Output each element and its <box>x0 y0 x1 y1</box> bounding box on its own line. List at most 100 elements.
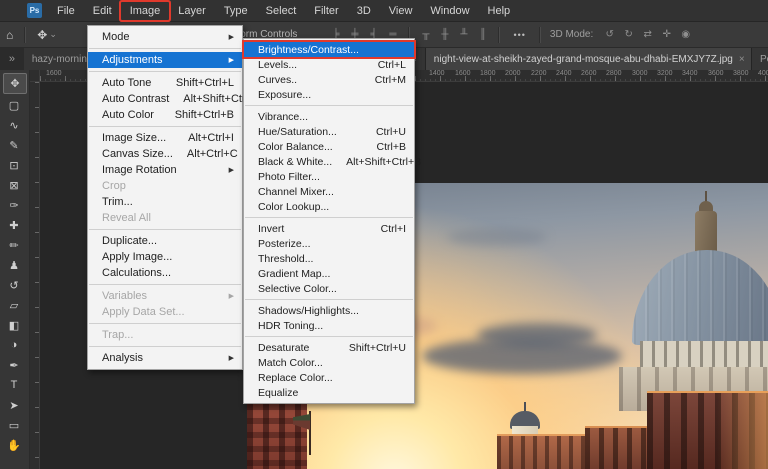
adjustments-item-shadows-highlights[interactable]: Shadows/Highlights... <box>244 303 414 318</box>
menu-item-label: Channel Mixer... <box>258 186 406 198</box>
pen-tool[interactable]: ✒ <box>3 356 25 374</box>
menu-separator <box>89 323 241 324</box>
align-icon[interactable]: ╫ <box>438 29 451 40</box>
quick-selection-tool[interactable]: ✎ <box>3 136 25 154</box>
menu-separator <box>89 71 241 72</box>
menu-item-label: HDR Toning... <box>258 320 406 332</box>
3d-mode-icon[interactable]: ⇄ <box>641 29 654 40</box>
adjustments-item-match-color[interactable]: Match Color... <box>244 355 414 370</box>
menu-item-label: Photo Filter... <box>258 171 406 183</box>
adjustments-item-posterize[interactable]: Posterize... <box>244 236 414 251</box>
menu-item-label: Adjustments <box>102 54 221 66</box>
image-menu-item-apply-data-set: Apply Data Set... <box>88 304 242 320</box>
menubar-item-3d[interactable]: 3D <box>348 2 380 20</box>
move-tool[interactable]: ✥ <box>3 73 27 94</box>
align-icon[interactable]: ╥ <box>419 29 432 40</box>
adjustments-item-selective-color[interactable]: Selective Color... <box>244 281 414 296</box>
menubar-item-image[interactable]: Image <box>121 2 170 20</box>
tab-overflow-icon[interactable]: » <box>0 48 24 70</box>
crop-tool[interactable]: ⊡ <box>3 156 25 174</box>
image-menu-item-image-size[interactable]: Image Size...Alt+Ctrl+I <box>88 130 242 146</box>
adjustments-item-hdr-toning[interactable]: HDR Toning... <box>244 318 414 333</box>
close-icon[interactable]: × <box>739 54 745 65</box>
healing-brush-tool[interactable]: ✚ <box>3 216 25 234</box>
adjustments-item-exposure[interactable]: Exposure... <box>244 87 414 102</box>
ruler-label: 2400 <box>556 70 572 77</box>
menu-item-label: Crop <box>102 180 234 192</box>
image-menu-item-mode[interactable]: Mode▶ <box>88 29 242 45</box>
ruler-corner <box>30 70 40 82</box>
adjustments-item-threshold[interactable]: Threshold... <box>244 251 414 266</box>
menubar-item-layer[interactable]: Layer <box>169 2 215 20</box>
adjustments-item-hue-saturation[interactable]: Hue/Saturation...Ctrl+U <box>244 124 414 139</box>
history-brush-tool[interactable]: ↺ <box>3 276 25 294</box>
gradient-tool[interactable]: ◧ <box>3 316 25 334</box>
hand-tool[interactable]: ✋ <box>3 436 25 454</box>
menubar-item-window[interactable]: Window <box>421 2 478 20</box>
align-icon[interactable]: ╨ <box>457 29 470 40</box>
3d-mode-icon[interactable]: ↻ <box>622 29 635 40</box>
ruler-label: 3000 <box>632 70 648 77</box>
3d-mode-icon[interactable]: ↺ <box>603 29 616 40</box>
adjustments-item-levels[interactable]: Levels...Ctrl+L <box>244 57 414 72</box>
menubar-item-select[interactable]: Select <box>257 2 306 20</box>
submenu-arrow-icon: ▶ <box>229 56 234 64</box>
menubar-item-type[interactable]: Type <box>215 2 257 20</box>
adjustments-item-color-lookup[interactable]: Color Lookup... <box>244 199 414 214</box>
image-menu-item-auto-tone[interactable]: Auto ToneShift+Ctrl+L <box>88 75 242 91</box>
image-menu-item-duplicate[interactable]: Duplicate... <box>88 233 242 249</box>
image-menu-item-adjustments[interactable]: Adjustments ▶ <box>88 52 242 68</box>
options-separator <box>498 27 500 43</box>
vertical-ruler[interactable]: 8006004002000200400600800100012001400160… <box>30 82 40 469</box>
adjustments-item-desaturate[interactable]: DesaturateShift+Ctrl+U <box>244 340 414 355</box>
adjustments-item-gradient-map[interactable]: Gradient Map... <box>244 266 414 281</box>
image-menu-item-trap: Trap... <box>88 327 242 343</box>
3d-mode-icon[interactable]: ✛ <box>660 29 673 40</box>
menubar-item-view[interactable]: View <box>380 2 422 20</box>
align-icon[interactable]: ║ <box>476 29 489 40</box>
adjustments-item-equalize[interactable]: Equalize <box>244 385 414 400</box>
brush-tool[interactable]: ✏ <box>3 236 25 254</box>
marquee-tool[interactable]: ▢ <box>3 96 25 114</box>
image-menu-item-analysis[interactable]: Analysis▶ <box>88 350 242 366</box>
adjustments-item-photo-filter[interactable]: Photo Filter... <box>244 169 414 184</box>
dodge-tool[interactable]: ◑ <box>3 336 25 354</box>
frame-tool[interactable]: ⊠ <box>3 176 25 194</box>
more-options-button[interactable]: ••• <box>513 30 525 40</box>
clone-stamp-tool[interactable]: ♟ <box>3 256 25 274</box>
image-menu-item-image-rotation[interactable]: Image Rotation▶ <box>88 162 242 178</box>
tab-perth[interactable]: Perth <box>752 48 768 70</box>
adjustments-item-black-white[interactable]: Black & White...Alt+Shift+Ctrl+B <box>244 154 414 169</box>
adjustments-item-brightness-contrast[interactable]: Brightness/Contrast... <box>244 42 414 57</box>
menu-item-label: Vibrance... <box>258 111 406 123</box>
path-selection-tool[interactable]: ➤ <box>3 396 25 414</box>
menu-item-label: Trap... <box>102 329 234 341</box>
menubar-item-help[interactable]: Help <box>479 2 520 20</box>
rectangle-tool[interactable]: ▭ <box>3 416 25 434</box>
adjustments-item-curves[interactable]: Curves..Ctrl+M <box>244 72 414 87</box>
lasso-tool[interactable]: ∿ <box>3 116 25 134</box>
chevron-down-icon[interactable]: ⌄ <box>49 29 57 40</box>
tab-night-view-mosque[interactable]: night-view-at-sheikh-zayed-grand-mosque-… <box>426 48 752 70</box>
ruler-label: 2800 <box>606 70 622 77</box>
image-menu-item-auto-color[interactable]: Auto ColorShift+Ctrl+B <box>88 107 242 123</box>
menubar-item-edit[interactable]: Edit <box>84 2 121 20</box>
adjustments-item-color-balance[interactable]: Color Balance...Ctrl+B <box>244 139 414 154</box>
menu-item-label: Replace Color... <box>258 372 406 384</box>
image-menu-item-auto-contrast[interactable]: Auto ContrastAlt+Shift+Ctrl+L <box>88 91 242 107</box>
image-menu-item-trim[interactable]: Trim... <box>88 194 242 210</box>
type-tool[interactable]: T <box>3 376 25 394</box>
image-menu-item-apply-image[interactable]: Apply Image... <box>88 249 242 265</box>
home-icon[interactable]: ⌂ <box>0 28 19 42</box>
menubar-item-file[interactable]: File <box>48 2 84 20</box>
image-menu-item-calculations[interactable]: Calculations... <box>88 265 242 281</box>
image-menu-item-canvas-size[interactable]: Canvas Size...Alt+Ctrl+C <box>88 146 242 162</box>
adjustments-item-vibrance[interactable]: Vibrance... <box>244 109 414 124</box>
adjustments-item-channel-mixer[interactable]: Channel Mixer... <box>244 184 414 199</box>
eraser-tool[interactable]: ▱ <box>3 296 25 314</box>
adjustments-item-replace-color[interactable]: Replace Color... <box>244 370 414 385</box>
menubar-item-filter[interactable]: Filter <box>305 2 347 20</box>
3d-mode-icon[interactable]: ◉ <box>679 29 692 40</box>
adjustments-item-invert[interactable]: InvertCtrl+I <box>244 221 414 236</box>
eyedropper-tool[interactable]: ✑ <box>3 196 25 214</box>
